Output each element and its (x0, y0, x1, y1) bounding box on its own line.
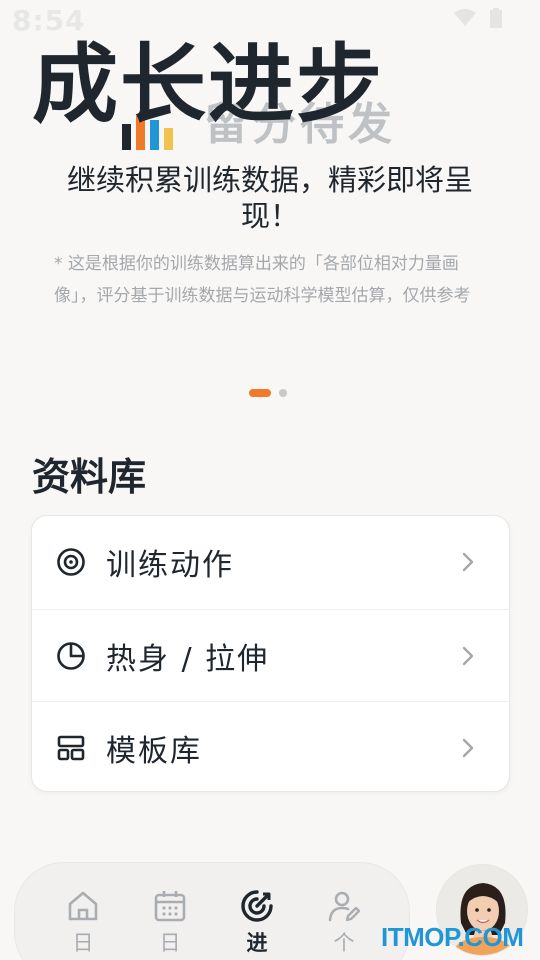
library-item-label: 训练动作 (106, 548, 234, 583)
profile-edit-icon (328, 891, 361, 922)
chevron-right-icon (462, 646, 474, 665)
pager-dot[interactable] (279, 389, 287, 397)
nav-item-label: 个 (333, 931, 355, 955)
status-icons (454, 8, 502, 28)
library-title: 资料库 (32, 455, 147, 499)
carousel-pager[interactable] (249, 389, 287, 397)
nav-item-label: 日 (72, 931, 94, 955)
wifi-icon (454, 9, 476, 26)
watermark: ITMOP.COM (381, 922, 524, 952)
hero-subtitle: 继续积累训练数据，精彩即将呈现！ (66, 163, 473, 233)
hero-note: * 这是根据你的训练数据算出来的「各部位相对力量画像」，评分基于训练数据与运动科… (54, 254, 471, 306)
progress-icon (241, 890, 273, 922)
target-icon (57, 548, 85, 576)
nav-item-label: 进 (246, 931, 268, 955)
library-item-templates[interactable]: 模板库 (32, 701, 509, 793)
library-card: 训练动作 热身 / 拉伸 模板库 (31, 515, 510, 792)
nav-item-calendar[interactable]: 日 (140, 889, 200, 957)
pager-dot-active[interactable] (249, 389, 271, 397)
nav-item-label: 日 (159, 931, 181, 955)
pie-chart-icon (57, 641, 85, 670)
nav-item-progress[interactable]: 进 (227, 889, 287, 957)
home-icon (68, 891, 98, 921)
calendar-icon (154, 891, 186, 922)
template-icon (57, 735, 85, 760)
nav-item-home[interactable]: 日 (53, 889, 113, 957)
bottom-nav: 日 日 进 个 (14, 862, 410, 960)
library-item-exercises[interactable]: 训练动作 (32, 516, 509, 608)
nav-item-profile[interactable]: 个 (314, 889, 374, 957)
battery-icon (490, 8, 502, 28)
library-item-label: 模板库 (106, 733, 202, 769)
library-item-label: 热身 / 拉伸 (106, 641, 270, 677)
chevron-right-icon (462, 738, 474, 757)
chevron-right-icon (462, 552, 474, 572)
library-item-warmup-stretch[interactable]: 热身 / 拉伸 (32, 609, 509, 701)
page-title: 成长进步 (32, 35, 384, 135)
